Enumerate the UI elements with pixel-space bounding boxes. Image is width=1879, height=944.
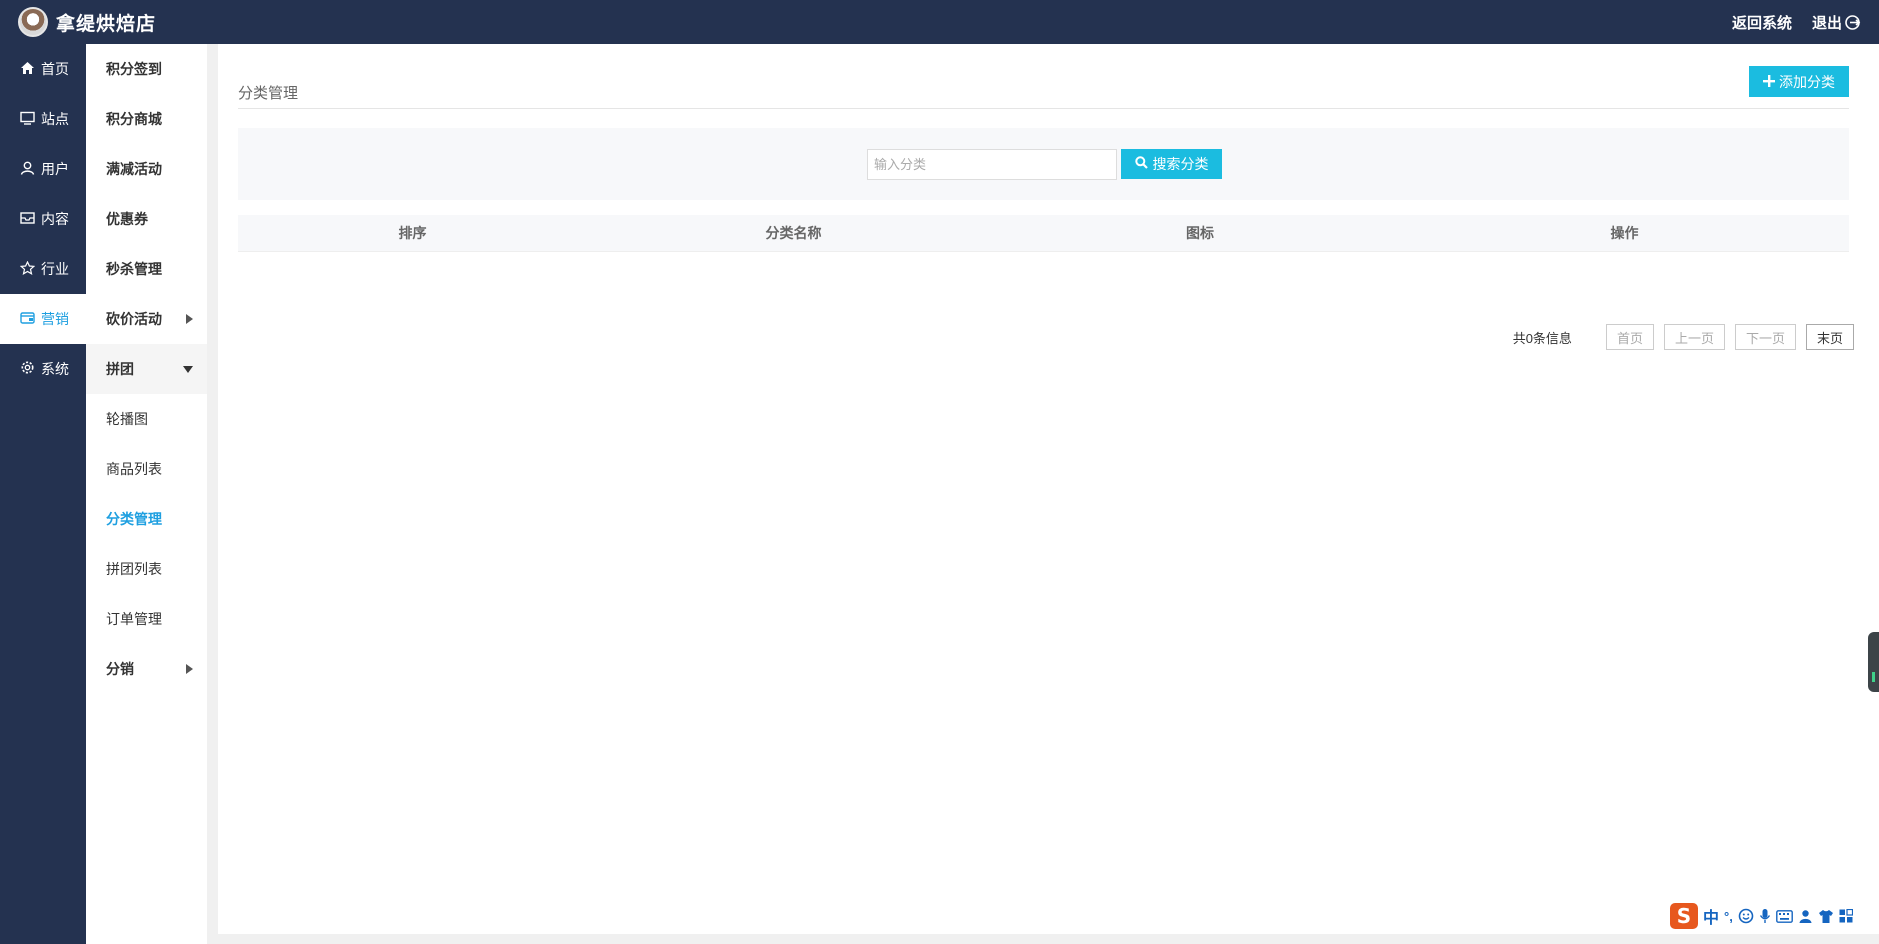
subnav-order-management[interactable]: 订单管理	[86, 594, 207, 644]
search-category-label: 搜索分类	[1152, 156, 1209, 172]
nav-system-label: 系统	[41, 361, 69, 377]
nav-content[interactable]: 内容	[0, 194, 86, 244]
star-icon	[19, 260, 41, 278]
chevron-right-icon	[186, 314, 193, 324]
add-category-button[interactable]: 添加分类	[1749, 66, 1849, 97]
store-logo	[18, 7, 48, 37]
subnav-bargain-label: 砍价活动	[106, 311, 162, 327]
column-header-category-name[interactable]: 分类名称	[587, 223, 1000, 243]
category-search-input[interactable]	[867, 149, 1117, 180]
nav-home-label: 首页	[41, 61, 69, 77]
store-name: 拿缇烘焙店	[56, 13, 157, 35]
subnav-product-list[interactable]: 商品列表	[86, 444, 207, 494]
subnav-points-checkin[interactable]: 积分签到	[86, 44, 207, 94]
ime-toolbar: S 中 °,	[1670, 900, 1879, 932]
nav-site-label: 站点	[41, 111, 69, 127]
subnav-points-mall[interactable]: 积分商城	[86, 94, 207, 144]
top-bar: 拿缇烘焙店 返回系统 退出	[0, 0, 1879, 44]
subnav-distribution[interactable]: 分销	[86, 644, 207, 694]
side-widget-handle[interactable]	[1868, 632, 1879, 692]
content-gutter	[207, 44, 218, 944]
nav-industry-label: 行业	[41, 261, 69, 277]
secondary-sidebar: 积分签到 积分商城 满减活动 优惠券 秒杀管理 砍价活动 拼团 轮播图 商品列表…	[86, 44, 207, 944]
skin-shirt-icon[interactable]	[1818, 909, 1834, 924]
chevron-right-icon	[186, 664, 193, 674]
toolbox-grid-icon[interactable]	[1839, 909, 1853, 923]
nav-marketing[interactable]: 营销	[0, 294, 86, 344]
search-category-button[interactable]: 搜索分类	[1121, 149, 1222, 179]
emoji-icon[interactable]	[1738, 908, 1754, 924]
column-header-actions[interactable]: 操作	[1400, 223, 1849, 243]
page-title: 分类管理	[238, 85, 299, 102]
sogou-logo-icon[interactable]: S	[1670, 903, 1698, 929]
subnav-group-buy-label: 拼团	[106, 361, 134, 377]
first-page-button[interactable]: 首页	[1605, 324, 1654, 350]
back-to-system-link[interactable]: 返回系统	[1732, 12, 1792, 33]
monitor-icon	[20, 111, 41, 128]
nav-site[interactable]: 站点	[0, 94, 86, 144]
nav-content-label: 内容	[41, 211, 69, 227]
pagination: 共0条信息 首页 上一页 下一页 末页	[218, 323, 1854, 351]
nav-industry[interactable]: 行业	[0, 244, 86, 294]
gear-icon	[20, 360, 41, 378]
last-page-button[interactable]: 末页	[1805, 324, 1854, 350]
primary-sidebar: 首页 站点 用户 内容 行业 营销 系统	[0, 44, 86, 944]
subnav-distribution-label: 分销	[106, 661, 134, 677]
subnav-group-list[interactable]: 拼团列表	[86, 544, 207, 594]
subnav-discount-activity[interactable]: 满减活动	[86, 144, 207, 194]
column-header-sort[interactable]: 排序	[238, 223, 587, 243]
inbox-icon	[20, 211, 41, 228]
keyboard-icon[interactable]	[1775, 909, 1793, 923]
pagination-info: 共0条信息	[1512, 330, 1572, 346]
user-icon	[20, 161, 41, 178]
subnav-category-management[interactable]: 分类管理	[86, 494, 207, 544]
main-content: 分类管理 添加分类 搜索分类 排序 分类名称 图标 操作 共0条信息 首页 上一…	[218, 44, 1879, 934]
subnav-coupons[interactable]: 优惠券	[86, 194, 207, 244]
next-page-button[interactable]: 下一页	[1734, 324, 1796, 350]
search-panel: 搜索分类	[238, 128, 1849, 200]
column-header-icon[interactable]: 图标	[1000, 223, 1400, 243]
subnav-carousel[interactable]: 轮播图	[86, 394, 207, 444]
nav-user[interactable]: 用户	[0, 144, 86, 194]
plus-icon	[1763, 74, 1779, 90]
add-category-label: 添加分类	[1779, 73, 1835, 90]
ime-mode-toggle[interactable]: 中	[1703, 904, 1719, 928]
user-account-icon[interactable]	[1798, 909, 1813, 924]
search-icon	[1134, 156, 1153, 172]
wallet-icon	[20, 311, 41, 328]
chevron-down-icon	[183, 365, 193, 373]
ime-punctuation-toggle[interactable]: °,	[1724, 909, 1733, 924]
subnav-flash-sale[interactable]: 秒杀管理	[86, 244, 207, 294]
nav-home[interactable]: 首页	[0, 44, 86, 94]
logout-button[interactable]: 退出	[1812, 12, 1861, 33]
page-header: 分类管理 添加分类	[238, 66, 1849, 109]
logout-icon	[1844, 14, 1861, 31]
microphone-icon[interactable]	[1759, 908, 1771, 924]
category-table-header: 排序 分类名称 图标 操作	[238, 215, 1849, 252]
subnav-group-buy[interactable]: 拼团	[86, 344, 207, 394]
nav-system[interactable]: 系统	[0, 344, 86, 394]
prev-page-button[interactable]: 上一页	[1663, 324, 1725, 350]
top-actions: 返回系统 退出	[1712, 12, 1861, 33]
logout-label: 退出	[1811, 14, 1842, 32]
subnav-bargain[interactable]: 砍价活动	[86, 294, 207, 344]
home-icon	[20, 61, 41, 78]
nav-user-label: 用户	[41, 161, 69, 177]
nav-marketing-label: 营销	[41, 311, 69, 327]
